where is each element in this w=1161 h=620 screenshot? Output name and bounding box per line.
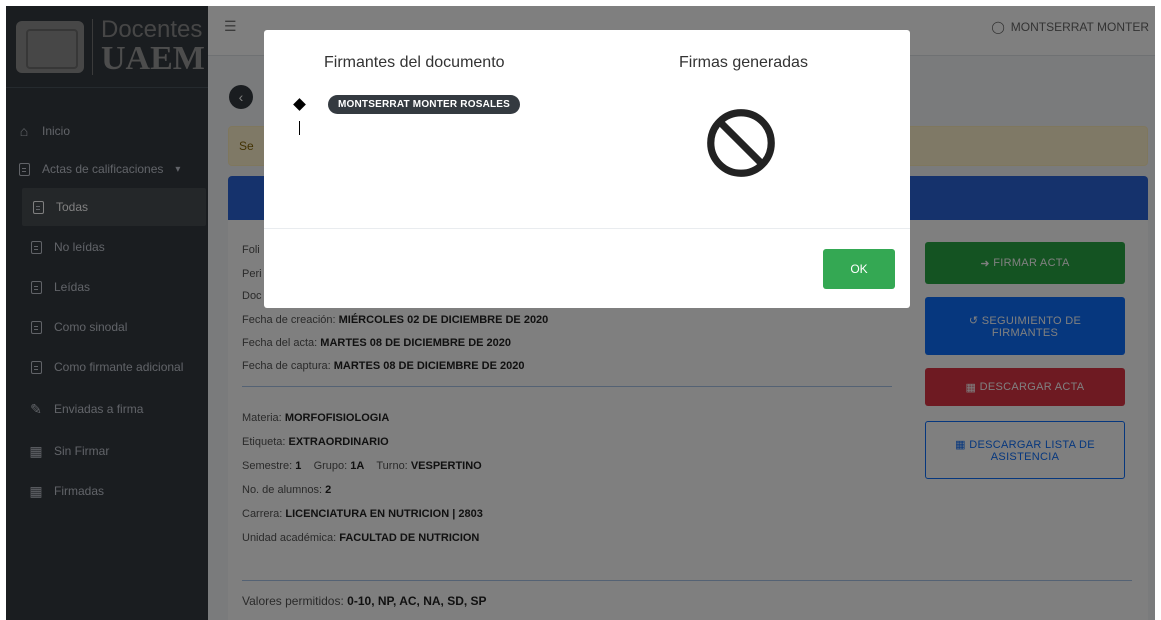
timeline-connector: [298, 121, 300, 135]
timeline-diamond-icon: [293, 98, 306, 111]
prohibited-icon: [707, 109, 775, 177]
signers-modal: Firmantes del documento Firmas generadas…: [264, 30, 910, 308]
signer-badge: MONTSERRAT MONTER ROSALES: [328, 95, 521, 114]
signers-title: Firmantes del documento: [324, 54, 505, 71]
app-frame: Docentes UAEM ⌂ Inicio Actas de califica…: [6, 6, 1155, 620]
ok-button[interactable]: OK: [823, 249, 895, 289]
generated-signatures-title: Firmas generadas: [679, 54, 808, 71]
modal-footer-divider: [264, 228, 910, 229]
